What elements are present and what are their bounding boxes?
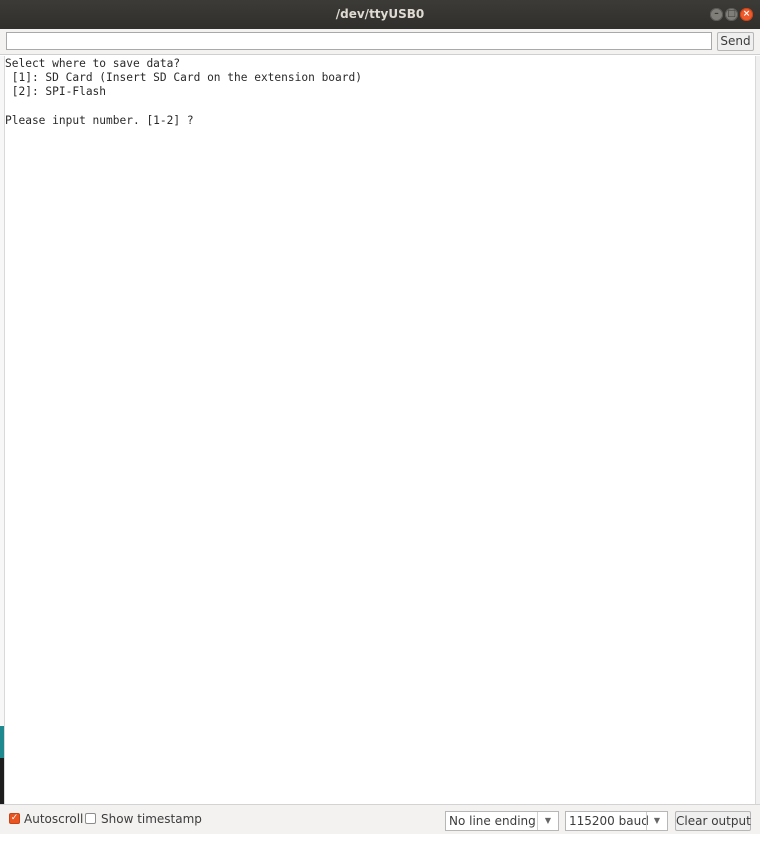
window-titlebar[interactable]: /dev/ttyUSB0 – □ × — [0, 0, 760, 29]
line-ending-select[interactable]: No line ending ▼ — [445, 811, 559, 831]
clear-output-button[interactable]: Clear output — [675, 811, 751, 831]
timestamp-checkbox[interactable] — [85, 813, 96, 824]
output-line: [2]: SPI-Flash — [5, 85, 107, 99]
autoscroll-label[interactable]: Autoscroll — [24, 812, 83, 826]
send-input[interactable] — [6, 32, 712, 50]
close-icon[interactable]: × — [740, 8, 753, 21]
right-edge — [756, 56, 760, 804]
window-title: /dev/ttyUSB0 — [335, 7, 425, 21]
baud-rate-value: 115200 baud — [569, 814, 649, 828]
chevron-down-icon: ▼ — [537, 812, 558, 830]
output-line: Select where to save data? — [5, 57, 181, 70]
serial-output[interactable]: Select where to save data? [1]: SD Card … — [4, 56, 756, 804]
output-text: Select where to save data? [1]: SD Card … — [5, 57, 362, 128]
check-icon: ✓ — [10, 813, 19, 823]
autoscroll-checkbox[interactable]: ✓ — [9, 813, 20, 824]
minimize-icon[interactable]: – — [710, 8, 723, 21]
send-button[interactable]: Send — [717, 32, 754, 51]
line-ending-value: No line ending — [449, 814, 536, 828]
chevron-down-icon: ▼ — [646, 812, 667, 830]
status-bar: ✓ Autoscroll Show timestamp No line endi… — [0, 804, 760, 834]
maximize-icon[interactable]: □ — [725, 8, 738, 21]
baud-rate-select[interactable]: 115200 baud ▼ — [565, 811, 668, 831]
output-line: [1]: SD Card (Insert SD Card on the exte… — [5, 71, 362, 85]
send-toolbar: Send — [0, 29, 760, 55]
output-line: Please input number. [1-2] ? — [5, 113, 194, 127]
timestamp-label[interactable]: Show timestamp — [101, 812, 202, 826]
window-controls: – □ × — [710, 8, 753, 21]
